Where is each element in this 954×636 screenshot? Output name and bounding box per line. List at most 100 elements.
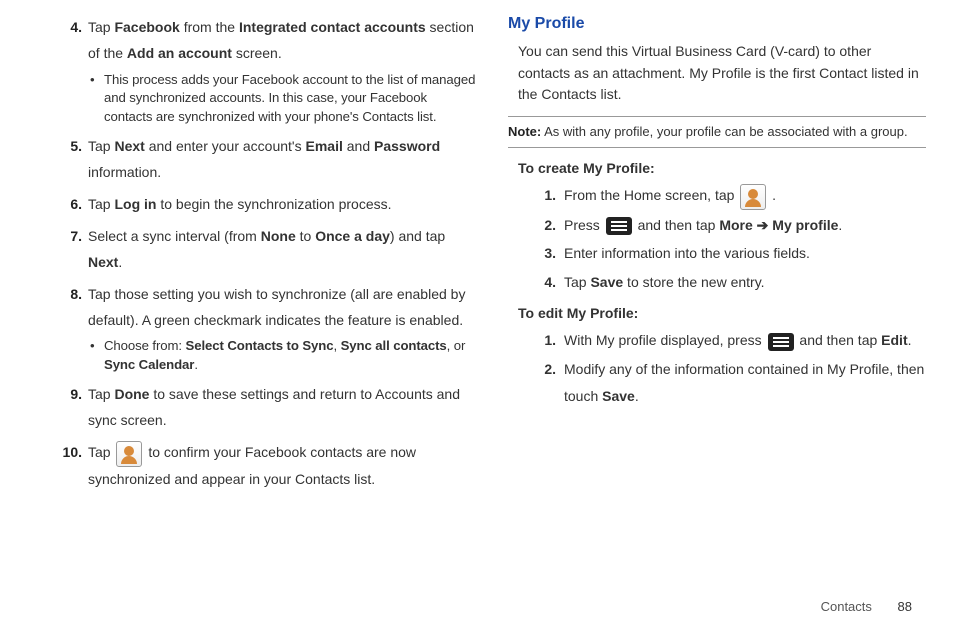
text: and then tap: [796, 332, 882, 348]
bold: Next: [88, 254, 118, 270]
text: .: [768, 187, 776, 203]
step-number: 4.: [58, 15, 82, 41]
step-number: 8.: [58, 282, 82, 308]
bold: Done: [114, 386, 149, 402]
text: information.: [88, 164, 161, 180]
note-label: Note:: [508, 124, 541, 139]
contact-icon: [116, 441, 142, 467]
bold: Save: [602, 388, 635, 404]
step-number: 10.: [58, 440, 82, 466]
bold: Select Contacts to Sync: [186, 338, 334, 353]
text: screen.: [232, 45, 282, 61]
bold: Email: [306, 138, 343, 154]
step-text: Tap Facebook from the Integrated contact…: [88, 19, 474, 61]
text: With My profile displayed, press: [564, 332, 766, 348]
create-step-3: 3. Enter information into the various fi…: [536, 240, 926, 267]
bold: Sync all contacts: [341, 338, 447, 353]
section-heading-my-profile: My Profile: [508, 15, 926, 33]
step-10: 10. Tap to confirm your Facebook contact…: [58, 440, 476, 492]
text: .: [635, 388, 639, 404]
bold: Edit: [881, 332, 907, 348]
text: Tap: [88, 444, 114, 460]
step-number: 1.: [536, 327, 556, 354]
step-number: 3.: [536, 240, 556, 267]
step-text: Tap Done to save these settings and retu…: [88, 386, 460, 428]
text: Tap: [88, 386, 114, 402]
text: .: [194, 357, 198, 372]
step-4: 4. Tap Facebook from the Integrated cont…: [58, 15, 476, 126]
step-number: 2.: [536, 356, 556, 383]
create-profile-steps: 1. From the Home screen, tap . 2. Press …: [508, 182, 926, 295]
text: to begin the synchronization process.: [156, 196, 391, 212]
right-column: My Profile You can send this Virtual Bus…: [508, 15, 926, 498]
text: .: [908, 332, 912, 348]
bold: Next: [114, 138, 144, 154]
text: Tap: [88, 196, 114, 212]
bold: Add an account: [127, 45, 232, 61]
create-step-1: 1. From the Home screen, tap .: [536, 182, 926, 209]
bold: Integrated contact accounts: [239, 19, 426, 35]
step-4-sublist: This process adds your Facebook account …: [88, 71, 476, 126]
menu-icon: [768, 333, 794, 351]
contact-icon: [740, 184, 766, 210]
edit-step-2: 2. Modify any of the information contain…: [536, 356, 926, 409]
bold: Log in: [114, 196, 156, 212]
footer-page-number: 88: [898, 599, 912, 614]
note-row: Note: As with any profile, your profile …: [508, 116, 926, 148]
text: Choose from:: [104, 338, 186, 353]
step-number: 9.: [58, 382, 82, 408]
page-content: 4. Tap Facebook from the Integrated cont…: [0, 0, 954, 498]
step-text: Tap to confirm your Facebook contacts ar…: [88, 444, 416, 486]
step-9: 9. Tap Done to save these settings and r…: [58, 382, 476, 434]
text: Tap: [564, 274, 590, 290]
text: , or: [447, 338, 466, 353]
bold: Sync Calendar: [104, 357, 194, 372]
step-number: 7.: [58, 224, 82, 250]
create-step-2: 2. Press and then tap More ➔ My profile.: [536, 212, 926, 239]
text: and enter your account's: [145, 138, 306, 154]
text: Tap: [88, 138, 114, 154]
bold: Save: [590, 274, 623, 290]
step-number: 1.: [536, 182, 556, 209]
text: and then tap: [634, 217, 720, 233]
text: from the: [180, 19, 239, 35]
bold: More: [719, 217, 752, 233]
text: ) and tap: [390, 228, 445, 244]
text: Press: [564, 217, 604, 233]
page-footer: Contacts 88: [821, 599, 912, 614]
bullet-item: Choose from: Select Contacts to Sync, Sy…: [88, 337, 476, 374]
step-6: 6. Tap Log in to begin the synchronizati…: [58, 192, 476, 218]
bold: Password: [374, 138, 440, 154]
step-text: Tap those setting you wish to synchroniz…: [88, 286, 465, 328]
step-text: Tap Next and enter your account's Email …: [88, 138, 440, 180]
text: From the Home screen, tap: [564, 187, 738, 203]
text: Enter information into the various field…: [564, 245, 810, 261]
create-step-4: 4. Tap Save to store the new entry.: [536, 269, 926, 296]
bold: None: [261, 228, 296, 244]
footer-section: Contacts: [821, 599, 872, 614]
text: Select a sync interval (from: [88, 228, 261, 244]
left-column: 4. Tap Facebook from the Integrated cont…: [28, 15, 476, 498]
edit-step-1: 1. With My profile displayed, press and …: [536, 327, 926, 354]
bold: Once a day: [315, 228, 390, 244]
menu-icon: [606, 217, 632, 235]
note-text: As with any profile, your profile can be…: [541, 124, 907, 139]
arrow-icon: ➔: [753, 217, 773, 233]
step-number: 4.: [536, 269, 556, 296]
text: and: [343, 138, 374, 154]
step-text: Select a sync interval (from None to Onc…: [88, 228, 445, 270]
text: to store the new entry.: [623, 274, 764, 290]
step-8: 8. Tap those setting you wish to synchro…: [58, 282, 476, 375]
text: .: [118, 254, 122, 270]
step-8-sublist: Choose from: Select Contacts to Sync, Sy…: [88, 337, 476, 374]
subhead-create-profile: To create My Profile:: [508, 160, 926, 176]
main-steps-list: 4. Tap Facebook from the Integrated cont…: [58, 15, 476, 492]
step-number: 6.: [58, 192, 82, 218]
bold: My profile: [772, 217, 838, 233]
subhead-edit-profile: To edit My Profile:: [508, 305, 926, 321]
bullet-item: This process adds your Facebook account …: [88, 71, 476, 126]
step-number: 5.: [58, 134, 82, 160]
step-7: 7. Select a sync interval (from None to …: [58, 224, 476, 276]
step-number: 2.: [536, 212, 556, 239]
step-text: Tap Log in to begin the synchronization …: [88, 196, 392, 212]
